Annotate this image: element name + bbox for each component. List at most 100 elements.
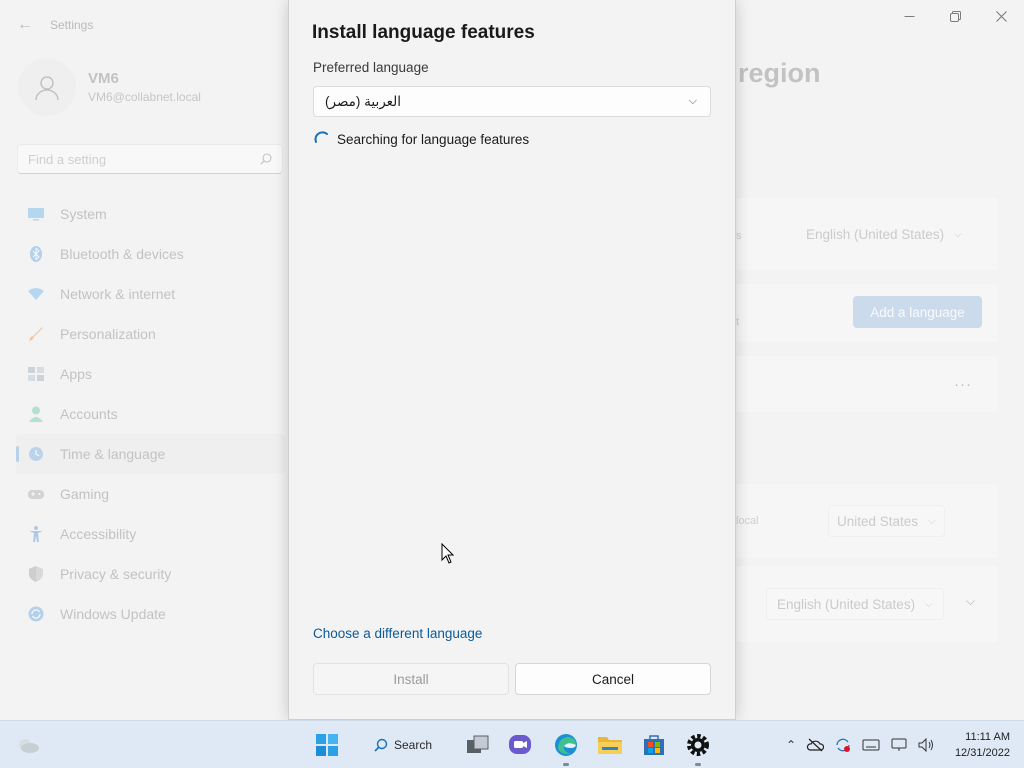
onedrive-offline-icon[interactable] bbox=[806, 738, 825, 752]
window-controls bbox=[886, 0, 1024, 32]
sidebar-item-label: Time & language bbox=[60, 446, 166, 462]
back-button[interactable]: ← bbox=[14, 14, 36, 36]
dropdown-value: United States bbox=[837, 513, 919, 529]
sidebar-item-label: Privacy & security bbox=[60, 566, 172, 582]
mouse-cursor-icon bbox=[441, 543, 455, 564]
more-options-button[interactable]: ··· bbox=[954, 376, 972, 393]
sidebar-item-windows-update[interactable]: Windows Update bbox=[16, 594, 286, 634]
sync-alert-icon[interactable] bbox=[834, 737, 852, 753]
search-icon bbox=[260, 153, 272, 165]
card-label-fragment: t bbox=[736, 316, 740, 328]
user-name: VM6 bbox=[88, 70, 119, 87]
system-tray: ⌃ bbox=[786, 721, 936, 768]
install-language-features-dialog: Install language features Preferred lang… bbox=[288, 0, 736, 720]
page-title: region bbox=[738, 58, 821, 88]
search-icon bbox=[374, 738, 388, 752]
settings-icon bbox=[687, 734, 709, 756]
close-icon bbox=[995, 10, 1007, 22]
network-icon[interactable] bbox=[890, 738, 908, 752]
spinner-icon bbox=[314, 131, 328, 143]
sidebar-item-privacy[interactable]: Privacy & security bbox=[16, 554, 286, 594]
sidebar-item-label: Accounts bbox=[60, 406, 118, 422]
settings-card-windows-display-language: s English (United States) ⌵ bbox=[736, 198, 998, 270]
search-input[interactable] bbox=[28, 151, 228, 167]
person-icon bbox=[35, 76, 59, 101]
taskbar-search-button[interactable]: Search bbox=[366, 721, 440, 768]
clock-date: 12/31/2022 bbox=[954, 747, 1010, 759]
edge-button[interactable] bbox=[546, 721, 586, 768]
status-row: Searching for language features bbox=[313, 130, 529, 148]
clock-time: 11:11 AM bbox=[965, 731, 1010, 743]
update-icon bbox=[28, 606, 44, 622]
add-language-button[interactable]: Add a language bbox=[853, 296, 982, 328]
expand-chevron-icon[interactable]: ⌵ bbox=[966, 594, 975, 609]
task-view-button[interactable] bbox=[458, 721, 498, 768]
widgets-button[interactable] bbox=[8, 721, 48, 768]
sidebar-item-label: Personalization bbox=[60, 326, 156, 342]
volume-icon[interactable] bbox=[918, 738, 936, 752]
sidebar-item-label: Bluetooth & devices bbox=[60, 246, 184, 262]
file-explorer-button[interactable] bbox=[590, 721, 630, 768]
teams-chat-button[interactable] bbox=[500, 721, 540, 768]
search-box[interactable] bbox=[17, 144, 283, 174]
start-button[interactable] bbox=[306, 721, 348, 768]
task-view-icon bbox=[467, 735, 489, 753]
dropdown-value: English (United States) bbox=[777, 596, 916, 612]
microsoft-store-button[interactable] bbox=[634, 721, 674, 768]
settings-card-country-region: local United States ⌵ bbox=[736, 484, 998, 558]
taskbar-clock[interactable]: 11:11 AM 12/31/2022 bbox=[955, 729, 1010, 761]
active-indicator bbox=[563, 763, 569, 766]
install-button[interactable]: Install bbox=[313, 663, 509, 695]
apps-icon bbox=[28, 367, 44, 381]
sidebar-item-apps[interactable]: Apps bbox=[16, 354, 286, 394]
shield-icon bbox=[29, 566, 43, 582]
dialog-title: Install language features bbox=[312, 22, 535, 43]
display-language-dropdown[interactable]: English (United States) ⌵ bbox=[806, 227, 962, 242]
close-button[interactable] bbox=[978, 0, 1024, 32]
sidebar-item-label: Gaming bbox=[60, 486, 110, 502]
sidebar-item-system[interactable]: System bbox=[16, 194, 286, 234]
sidebar-item-personalization[interactable]: Personalization bbox=[16, 314, 286, 354]
user-profile[interactable]: VM6 VM6@collabnet.local bbox=[18, 58, 201, 116]
choose-different-language-link[interactable]: Choose a different language bbox=[313, 626, 482, 641]
chevron-down-icon: ⌵ bbox=[928, 515, 936, 527]
sidebar-item-label: System bbox=[60, 206, 107, 222]
taskbar: Search ⌃ 11:11 AM 12/31/2022 bbox=[0, 720, 1024, 768]
person-icon bbox=[29, 406, 43, 422]
settings-card-preferred-languages: t Add a language bbox=[736, 284, 998, 342]
dropdown-value: English (United States) bbox=[806, 227, 945, 242]
regional-format-dropdown[interactable]: English (United States) ⌵ bbox=[766, 588, 944, 620]
restore-icon bbox=[949, 10, 961, 22]
sidebar-item-bluetooth[interactable]: Bluetooth & devices bbox=[16, 234, 286, 274]
country-region-dropdown[interactable]: United States ⌵ bbox=[828, 505, 945, 537]
active-indicator bbox=[695, 763, 701, 766]
sidebar-item-network[interactable]: Network & internet bbox=[16, 274, 286, 314]
sidebar-item-time-language[interactable]: Time & language bbox=[16, 434, 286, 474]
settings-card-language-entry: ··· bbox=[736, 356, 998, 412]
sidebar-item-label: Apps bbox=[60, 366, 92, 382]
sidebar-item-accounts[interactable]: Accounts bbox=[16, 394, 286, 434]
restore-button[interactable] bbox=[932, 0, 978, 32]
selected-language-value: العربية (مصر) bbox=[325, 93, 402, 109]
settings-app-button[interactable] bbox=[678, 721, 718, 768]
sidebar-item-label: Accessibility bbox=[60, 526, 137, 542]
show-hidden-icons-chevron-up-icon[interactable]: ⌃ bbox=[786, 738, 796, 752]
keyboard-icon[interactable] bbox=[862, 739, 880, 751]
sidebar-item-gaming[interactable]: Gaming bbox=[16, 474, 286, 514]
file-explorer-icon bbox=[598, 737, 622, 754]
chevron-down-icon: ⌵ bbox=[925, 598, 933, 610]
preferred-language-label: Preferred language bbox=[313, 60, 429, 75]
chevron-down-icon: ⌵ bbox=[954, 229, 962, 240]
clock-globe-icon bbox=[29, 447, 43, 461]
taskbar-search-label: Search bbox=[393, 738, 433, 752]
sidebar-item-label: Network & internet bbox=[60, 286, 176, 302]
edge-icon bbox=[555, 734, 577, 756]
user-email: VM6@collabnet.local bbox=[88, 90, 201, 104]
sidebar-item-accessibility[interactable]: Accessibility bbox=[16, 514, 286, 554]
card-label-fragment: s bbox=[736, 230, 742, 242]
minimize-icon bbox=[904, 15, 914, 17]
title-bar: ← Settings bbox=[14, 14, 93, 36]
cancel-button[interactable]: Cancel bbox=[515, 663, 711, 695]
minimize-button[interactable] bbox=[886, 0, 932, 32]
preferred-language-select[interactable]: العربية (مصر) ⌵ bbox=[313, 86, 711, 117]
